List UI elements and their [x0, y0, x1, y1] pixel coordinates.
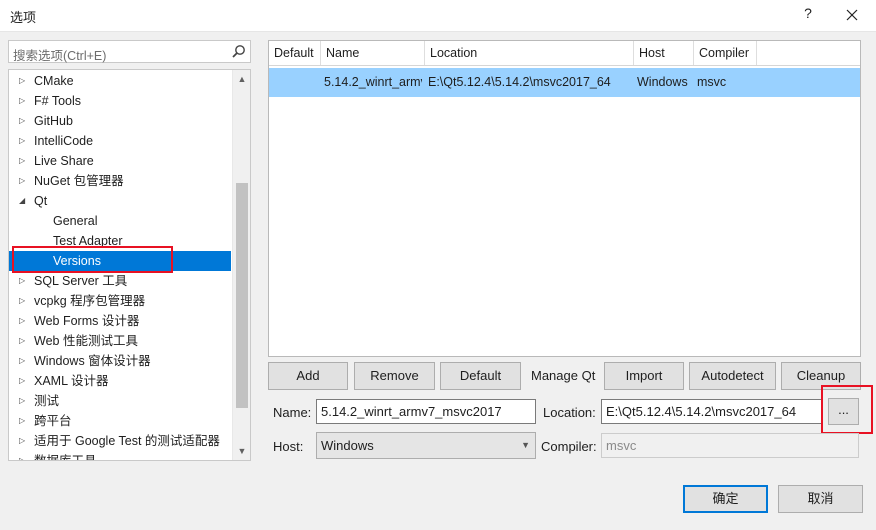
import-button[interactable]: Import: [604, 362, 684, 390]
expand-arrow-icon[interactable]: ▷: [19, 331, 29, 351]
column-header-default[interactable]: Default: [269, 41, 321, 65]
cell-compiler[interactable]: msvc: [697, 68, 757, 97]
table-header: Default Name Location Host Compiler: [269, 41, 860, 66]
tree-item-label: 跨平台: [34, 414, 72, 428]
scrollbar-thumb[interactable]: [236, 183, 248, 408]
search-icon[interactable]: [231, 44, 246, 59]
tree-item-label: vcpkg 程序包管理器: [34, 294, 146, 308]
name-field[interactable]: 5.14.2_winrt_armv7_msvc2017: [316, 399, 536, 424]
cell-default[interactable]: [274, 68, 319, 97]
tree-item[interactable]: ▷ 适用于 Google Test 的测试适配器: [9, 431, 231, 451]
table-row[interactable]: 5.14.2_winrt_armv7_msvc2017 E:\Qt5.12.4\…: [269, 68, 860, 97]
add-button[interactable]: Add: [268, 362, 348, 390]
expand-arrow-icon[interactable]: ▷: [19, 111, 29, 131]
tree-item[interactable]: ▷ Live Share: [9, 151, 231, 171]
tree-item-label: Qt: [34, 194, 48, 208]
tree-item-label: F# Tools: [34, 94, 82, 108]
tree-item[interactable]: ▷ XAML 设计器: [9, 371, 231, 391]
expand-arrow-icon[interactable]: ▷: [19, 411, 29, 431]
tree-item-label: Web 性能测试工具: [34, 334, 138, 348]
tree-item[interactable]: ▷ Web Forms 设计器: [9, 311, 231, 331]
highlight-box-browse: [821, 385, 873, 434]
cell-location[interactable]: E:\Qt5.12.4\5.14.2\msvc2017_64: [428, 68, 633, 97]
expand-arrow-icon[interactable]: ▷: [19, 151, 29, 171]
cell-host[interactable]: Windows: [637, 68, 695, 97]
column-header-compiler[interactable]: Compiler: [694, 41, 757, 65]
tree-item-label: NuGet 包管理器: [34, 174, 124, 188]
search-placeholder: 搜索选项(Ctrl+E): [13, 49, 107, 63]
tree-item-label: 适用于 Google Test 的测试适配器: [34, 434, 220, 448]
tree-item[interactable]: ▷ F# Tools: [9, 91, 231, 111]
chevron-down-icon: ▼: [521, 440, 530, 450]
expand-arrow-icon[interactable]: ▷: [19, 351, 29, 371]
tree-item[interactable]: ▷ NuGet 包管理器: [9, 171, 231, 191]
tree-item-label: 数据库工具: [34, 454, 97, 461]
column-header-name[interactable]: Name: [321, 41, 425, 65]
collapse-arrow-icon[interactable]: ◢: [19, 191, 29, 211]
expand-arrow-icon[interactable]: ▷: [19, 71, 29, 91]
name-label: Name:: [273, 405, 312, 420]
expand-arrow-icon[interactable]: ▷: [19, 451, 29, 460]
tree-item-label: Web Forms 设计器: [34, 314, 140, 328]
tree-item[interactable]: ▷ Web 性能测试工具: [9, 331, 231, 351]
window-title: 选项: [10, 10, 37, 25]
expand-arrow-icon[interactable]: ▷: [19, 131, 29, 151]
tree-item[interactable]: ▷ vcpkg 程序包管理器: [9, 291, 231, 311]
tree-item[interactable]: ▷ SQL Server 工具: [9, 271, 231, 291]
tree-item-label: XAML 设计器: [34, 374, 109, 388]
expand-arrow-icon[interactable]: ▷: [19, 371, 29, 391]
tree-item-label: Live Share: [34, 154, 94, 168]
highlight-box-versions: [12, 246, 173, 273]
tree-item-label: 测试: [34, 394, 60, 408]
autodetect-button[interactable]: Autodetect: [689, 362, 776, 390]
help-button[interactable]: ?: [800, 5, 816, 21]
tree-item[interactable]: ▷ GitHub: [9, 111, 231, 131]
tree-item[interactable]: ▷ Windows 窗体设计器: [9, 351, 231, 371]
expand-arrow-icon[interactable]: ▷: [19, 91, 29, 111]
tree-item-label: IntelliCode: [34, 134, 94, 148]
close-icon: [846, 9, 858, 21]
tree-item[interactable]: ▷ 测试: [9, 391, 231, 411]
tree-item[interactable]: ▷ IntelliCode: [9, 131, 231, 151]
tree-scrollbar[interactable]: ▲ ▼: [232, 70, 250, 460]
manage-qt-label: Manage Qt: [531, 368, 596, 383]
cell-name[interactable]: 5.14.2_winrt_armv7_msvc2017: [324, 68, 422, 97]
qt-versions-table: Default Name Location Host Compiler 5.14…: [268, 40, 861, 357]
compiler-label: Compiler:: [541, 439, 597, 454]
tree-item-label: GitHub: [34, 114, 73, 128]
tree-item[interactable]: ▷ CMake: [9, 71, 231, 91]
scroll-up-arrow-icon[interactable]: ▲: [233, 70, 250, 88]
column-header-host[interactable]: Host: [634, 41, 694, 65]
cancel-button[interactable]: 取消: [778, 485, 863, 513]
column-header-location[interactable]: Location: [425, 41, 634, 65]
host-select-value: Windows: [321, 438, 374, 453]
tree-item[interactable]: General: [9, 211, 231, 231]
tree-item[interactable]: ▷ 跨平台: [9, 411, 231, 431]
remove-button[interactable]: Remove: [354, 362, 435, 390]
expand-arrow-icon[interactable]: ▷: [19, 291, 29, 311]
tree-item-label: CMake: [34, 74, 74, 88]
host-label: Host:: [273, 439, 304, 454]
expand-arrow-icon[interactable]: ▷: [19, 171, 29, 191]
tree-item[interactable]: ▷ 数据库工具: [9, 451, 231, 461]
expand-arrow-icon[interactable]: ▷: [19, 391, 29, 411]
compiler-field: msvc: [601, 433, 859, 458]
tree-item-label: Windows 窗体设计器: [34, 354, 151, 368]
tree-item-label: SQL Server 工具: [34, 274, 128, 288]
expand-arrow-icon[interactable]: ▷: [19, 271, 29, 291]
location-field[interactable]: E:\Qt5.12.4\5.14.2\msvc2017_64: [601, 399, 823, 424]
ok-button[interactable]: 确定: [683, 485, 768, 513]
title-bar: 选项 ?: [0, 0, 876, 32]
options-search-box[interactable]: 搜索选项(Ctrl+E): [8, 40, 251, 63]
tree-item-label: General: [53, 214, 98, 228]
expand-arrow-icon[interactable]: ▷: [19, 431, 29, 451]
location-label: Location:: [543, 405, 596, 420]
scroll-down-arrow-icon[interactable]: ▼: [233, 442, 250, 460]
default-button[interactable]: Default: [440, 362, 521, 390]
host-select[interactable]: Windows ▼: [316, 432, 536, 459]
close-button[interactable]: [842, 3, 862, 27]
tree-item[interactable]: ◢ Qt: [9, 191, 231, 211]
expand-arrow-icon[interactable]: ▷: [19, 311, 29, 331]
